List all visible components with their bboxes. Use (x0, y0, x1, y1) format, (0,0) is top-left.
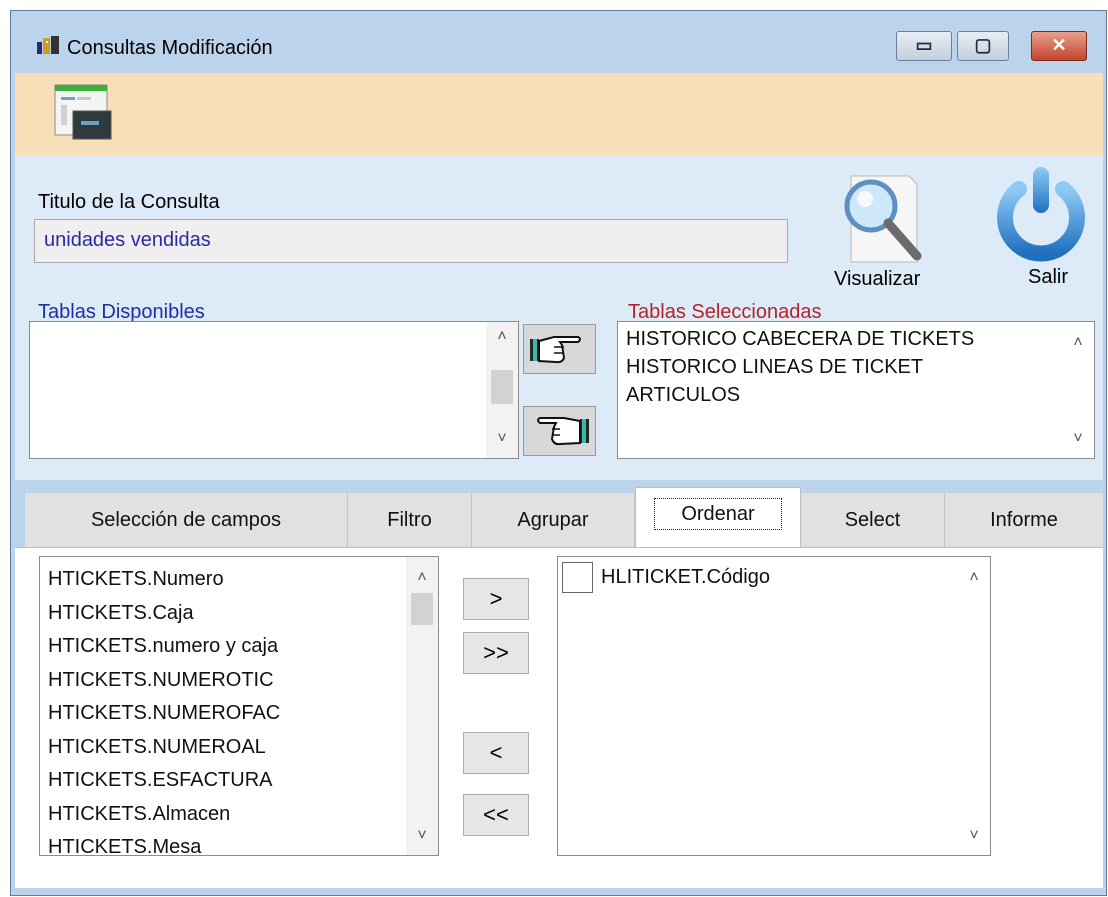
fields-scrollbar[interactable]: ˄ ˅ (406, 557, 438, 855)
scroll-thumb[interactable] (491, 370, 513, 404)
tab-bar: Selección de campos Filtro Agrupar Orden… (15, 487, 1103, 547)
tab-seleccion-campos[interactable]: Selección de campos (25, 493, 348, 547)
scroll-down-icon[interactable]: ˅ (406, 827, 438, 851)
tab-informe[interactable]: Informe (945, 493, 1103, 547)
tab-agrupar[interactable]: Agrupar (472, 493, 635, 547)
scroll-up-icon[interactable]: ˄ (486, 328, 518, 352)
magnifier-icon (844, 175, 922, 263)
query-title-input[interactable]: unidades vendidas (34, 219, 788, 263)
order-field-label: HLITICKET.Código (601, 566, 770, 588)
field-item[interactable]: HTICKETS.Numero (48, 563, 280, 597)
field-item[interactable]: HTICKETS.Almacen (48, 798, 280, 832)
window-title: Consultas Modificación (67, 37, 273, 59)
selected-tables-list[interactable]: HISTORICO CABECERA DE TICKETS HISTORICO … (617, 321, 1095, 459)
tab-label: Filtro (387, 509, 432, 531)
available-tables-scrollbar[interactable]: ˄ ˅ (486, 322, 518, 458)
remove-field-button[interactable]: < (463, 732, 529, 774)
selected-tables-scrollbar[interactable]: ˄ ˅ (1062, 322, 1094, 458)
tab-label: Select (844, 509, 901, 531)
pointing-hand-left-icon (537, 417, 589, 446)
field-item[interactable]: HTICKETS.Mesa (48, 831, 280, 855)
order-fields-list[interactable]: HLITICKET.Código ˄ ˅ (557, 556, 991, 856)
tab-ordenar[interactable]: Ordenar (635, 487, 801, 547)
order-field-checkbox[interactable] (562, 562, 593, 594)
maximize-button[interactable]: ▢ (957, 31, 1009, 61)
field-item[interactable]: HTICKETS.NUMEROTIC (48, 664, 280, 698)
remove-table-button[interactable] (523, 406, 596, 456)
order-fields-scrollbar[interactable]: ˄ ˅ (958, 557, 990, 855)
field-item[interactable]: HTICKETS.Caja (48, 597, 280, 631)
tab-label: Selección de campos (90, 509, 282, 531)
available-fields-list[interactable]: HTICKETS.Numero HTICKETS.Caja HTICKETS.n… (39, 556, 439, 856)
selected-table-item[interactable]: ARTICULOS (626, 381, 974, 409)
field-item[interactable]: HTICKETS.ESFACTURA (48, 764, 280, 798)
minimize-button[interactable]: ▭ (896, 31, 952, 61)
field-item[interactable]: HTICKETS.numero y caja (48, 630, 280, 664)
scroll-up-icon[interactable]: ˄ (958, 569, 990, 593)
salir-label: Salir (1028, 266, 1069, 288)
pointing-hand-right-icon (530, 336, 581, 364)
scroll-up-icon[interactable]: ˄ (1062, 334, 1094, 358)
field-item[interactable]: HTICKETS.NUMEROAL (48, 731, 280, 765)
scroll-down-icon[interactable]: ˅ (486, 430, 518, 454)
scroll-down-icon[interactable]: ˅ (1062, 430, 1094, 454)
scroll-down-icon[interactable]: ˅ (958, 827, 990, 851)
close-button[interactable]: ✕ (1031, 31, 1087, 61)
power-icon (997, 167, 1085, 262)
close-icon: ✕ (1051, 35, 1067, 55)
app-icon (37, 36, 59, 54)
tab-label: Agrupar (517, 509, 589, 531)
toolbar (15, 73, 1103, 155)
tab-label: Ordenar (654, 498, 782, 530)
minimize-icon: ▭ (915, 35, 933, 55)
scroll-thumb[interactable] (411, 593, 433, 625)
tab-select[interactable]: Select (801, 493, 945, 547)
add-all-fields-button[interactable]: >> (463, 632, 529, 674)
tab-label: Informe (990, 509, 1058, 531)
tab-filtro[interactable]: Filtro (348, 493, 472, 547)
query-window: Consultas Modificación ▭ ▢ ✕ Titulo de l… (10, 10, 1107, 896)
maximize-icon: ▢ (974, 35, 992, 55)
selected-table-item[interactable]: HISTORICO CABECERA DE TICKETS (626, 325, 974, 353)
query-title-label: Titulo de la Consulta (38, 191, 220, 213)
remove-all-fields-button[interactable]: << (463, 794, 529, 836)
add-field-button[interactable]: > (463, 578, 529, 620)
query-design-icon[interactable] (51, 81, 121, 145)
selected-table-item[interactable]: HISTORICO LINEAS DE TICKET (626, 353, 974, 381)
scroll-up-icon[interactable]: ˄ (406, 569, 438, 593)
order-field-item[interactable]: HLITICKET.Código (562, 561, 770, 595)
visualizar-label: Visualizar (834, 268, 921, 290)
available-tables-list[interactable]: ˄ ˅ (29, 321, 519, 459)
field-item[interactable]: HTICKETS.NUMEROFAC (48, 697, 280, 731)
title-bar: Consultas Modificación ▭ ▢ ✕ (11, 11, 1106, 73)
add-table-button[interactable] (523, 324, 596, 374)
